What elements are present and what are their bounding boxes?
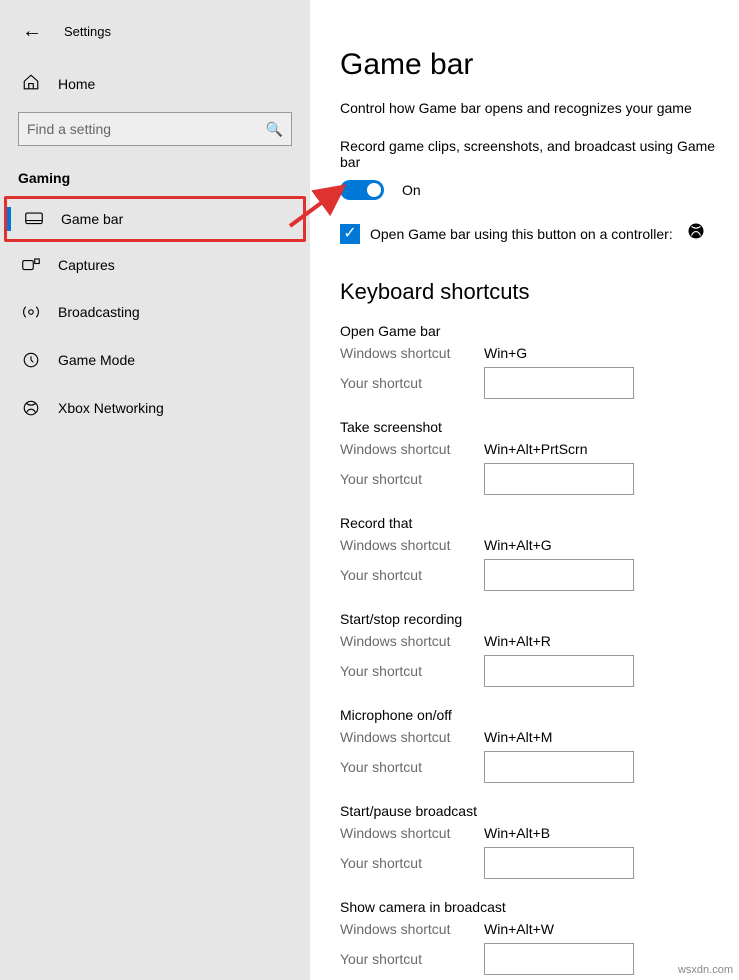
ws-value: Win+G [484, 345, 527, 361]
toggle-state: On [402, 182, 421, 198]
ws-label: Windows shortcut [340, 633, 484, 649]
sidebar-item-label: Game bar [61, 211, 123, 227]
your-shortcut-input[interactable] [484, 559, 634, 591]
section-title: Gaming [0, 164, 310, 196]
windows-shortcut: Windows shortcutWin+Alt+M [340, 729, 739, 745]
sidebar-item-xbox-networking[interactable]: Xbox Networking [0, 384, 310, 432]
sidebar-item-label: Broadcasting [58, 304, 140, 320]
shortcuts-list: Open Game barWindows shortcutWin+GYour s… [340, 323, 739, 975]
shortcut-name: Show camera in broadcast [340, 899, 739, 915]
shortcut-block: Open Game barWindows shortcutWin+GYour s… [340, 323, 739, 399]
windows-shortcut: Windows shortcutWin+Alt+W [340, 921, 739, 937]
your-shortcut-input[interactable] [484, 367, 634, 399]
sidebar-item-game-bar[interactable]: Game bar [4, 196, 306, 242]
ws-value: Win+Alt+M [484, 729, 552, 745]
ws-label: Windows shortcut [340, 537, 484, 553]
windows-shortcut: Windows shortcutWin+Alt+B [340, 825, 739, 841]
windows-shortcut: Windows shortcutWin+G [340, 345, 739, 361]
windows-shortcut: Windows shortcutWin+Alt+PrtScrn [340, 441, 739, 457]
sidebar: ← Settings Home Find a setting 🔍 Gaming … [0, 0, 310, 980]
back-icon[interactable]: ← [22, 20, 42, 43]
ys-label: Your shortcut [340, 375, 484, 391]
shortcuts-heading: Keyboard shortcuts [340, 279, 739, 305]
sidebar-item-label: Game Mode [58, 352, 135, 368]
shortcut-name: Start/stop recording [340, 611, 739, 627]
xbox-button-icon [687, 222, 705, 245]
record-toggle-row: On [340, 180, 739, 200]
ys-label: Your shortcut [340, 567, 484, 583]
home-label: Home [58, 76, 95, 92]
search-placeholder: Find a setting [27, 121, 111, 137]
ys-label: Your shortcut [340, 759, 484, 775]
home-icon [22, 73, 40, 94]
shortcut-block: Start/stop recording Windows shortcutWin+… [340, 611, 739, 687]
ys-label: Your shortcut [340, 855, 484, 871]
gamebar-icon [25, 212, 43, 226]
home-button[interactable]: Home [0, 61, 310, 106]
your-shortcut-input[interactable] [484, 751, 634, 783]
ws-label: Windows shortcut [340, 441, 484, 457]
shortcut-block: Record thatWindows shortcutWin+Alt+GYour… [340, 515, 739, 591]
app-title: Settings [64, 24, 111, 39]
ws-label: Windows shortcut [340, 345, 484, 361]
controller-checkbox[interactable]: ✓ [340, 224, 360, 244]
captures-icon [22, 258, 40, 272]
sidebar-item-broadcasting[interactable]: Broadcasting [0, 288, 310, 336]
your-shortcut: Your shortcut [340, 559, 739, 591]
shortcut-block: Microphone on/off Windows shortcutWin+Alt… [340, 707, 739, 783]
search-icon: 🔍 [266, 121, 283, 138]
your-shortcut-input[interactable] [484, 463, 634, 495]
ws-value: Win+Alt+PrtScrn [484, 441, 587, 457]
shortcut-name: Microphone on/off [340, 707, 739, 723]
shortcut-name: Open Game bar [340, 323, 739, 339]
your-shortcut: Your shortcut [340, 367, 739, 399]
ys-label: Your shortcut [340, 663, 484, 679]
sidebar-item-label: Captures [58, 257, 115, 273]
ws-value: Win+Alt+R [484, 633, 551, 649]
xbox-icon [22, 399, 40, 417]
record-toggle-label: Record game clips, screenshots, and broa… [340, 138, 739, 170]
controller-label: Open Game bar using this button on a con… [370, 226, 673, 242]
sidebar-item-label: Xbox Networking [58, 400, 164, 416]
your-shortcut: Your shortcut [340, 463, 739, 495]
page-description: Control how Game bar opens and recognize… [340, 100, 739, 116]
shortcut-block: Take screenshot Windows shortcutWin+Alt+P… [340, 419, 739, 495]
ws-value: Win+Alt+B [484, 825, 550, 841]
windows-shortcut: Windows shortcutWin+Alt+G [340, 537, 739, 553]
your-shortcut: Your shortcut [340, 847, 739, 879]
ws-label: Windows shortcut [340, 921, 484, 937]
shortcut-name: Start/pause broadcast [340, 803, 739, 819]
shortcut-block: Start/pause broadcast Windows shortcutWin… [340, 803, 739, 879]
page-title: Game bar [340, 48, 739, 82]
shortcut-name: Record that [340, 515, 739, 531]
controller-checkbox-row: ✓ Open Game bar using this button on a c… [340, 222, 739, 245]
ys-label: Your shortcut [340, 471, 484, 487]
your-shortcut-input[interactable] [484, 655, 634, 687]
ws-value: Win+Alt+W [484, 921, 554, 937]
sidebar-item-captures[interactable]: Captures [0, 242, 310, 288]
ws-label: Windows shortcut [340, 729, 484, 745]
title-bar: ← Settings [0, 20, 310, 61]
ws-value: Win+Alt+G [484, 537, 552, 553]
your-shortcut-input[interactable] [484, 847, 634, 879]
ys-label: Your shortcut [340, 951, 484, 967]
record-toggle[interactable] [340, 180, 384, 200]
search-input[interactable]: Find a setting 🔍 [18, 112, 292, 146]
gamemode-icon [22, 351, 40, 369]
broadcasting-icon [22, 303, 40, 321]
windows-shortcut: Windows shortcutWin+Alt+R [340, 633, 739, 649]
main-panel: Game bar Control how Game bar opens and … [310, 0, 739, 980]
shortcut-name: Take screenshot [340, 419, 739, 435]
watermark: wsxdn.com [678, 964, 733, 976]
sidebar-item-game-mode[interactable]: Game Mode [0, 336, 310, 384]
your-shortcut-input[interactable] [484, 943, 634, 975]
your-shortcut: Your shortcut [340, 751, 739, 783]
your-shortcut: Your shortcut [340, 655, 739, 687]
ws-label: Windows shortcut [340, 825, 484, 841]
